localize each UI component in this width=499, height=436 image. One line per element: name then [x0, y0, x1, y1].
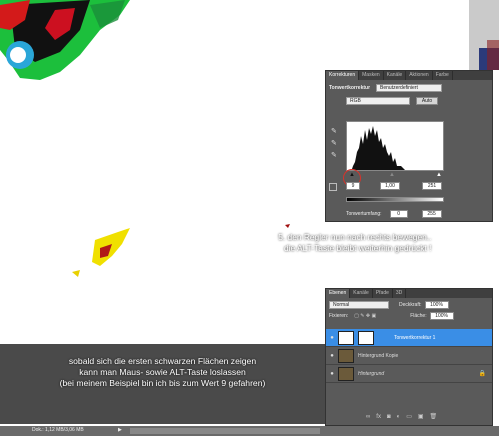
preset-dropdown[interactable]: Benutzerdefiniert: [376, 84, 443, 92]
input-values: 9 1,00 251: [346, 182, 442, 190]
mask-thumb: [358, 330, 374, 345]
fill-field[interactable]: 100%: [429, 312, 454, 320]
instruction-bottom-line3: (bei meinem Beispiel bin ich bis zum Wer…: [59, 378, 266, 388]
tab-kanaele[interactable]: Kanäle: [384, 71, 407, 80]
trash-icon[interactable]: 🗑: [430, 413, 438, 420]
eye-icon[interactable]: ●: [326, 371, 338, 377]
channel-dropdown[interactable]: RGB: [346, 97, 410, 105]
eyedropper-tools: ✎ ✎ ✎: [331, 127, 341, 163]
histogram: [346, 121, 444, 171]
instruction-bottom: sobald sich die ersten schwarzen Flächen…: [0, 356, 325, 389]
instruction-right: 5. den Regler nun nach rechts bewegen.. …: [276, 232, 431, 254]
status-bar: Dok.: 1,12 MB/3,06 MB ▶: [0, 426, 499, 436]
auto-button[interactable]: Auto: [416, 97, 438, 105]
instruction-right-line2: die ALT-Taste bleibt weiterhin gedrückt …: [284, 243, 432, 253]
layer-name[interactable]: Hintergrund: [358, 371, 384, 377]
tab-ebenen[interactable]: Ebenen: [326, 289, 351, 298]
canvas-preview-graphic: [0, 0, 290, 277]
layers-tabs: Ebenen Kanäle Pfade 3D: [326, 289, 492, 298]
opacity-field[interactable]: 100%: [424, 301, 449, 309]
output-white-field[interactable]: 255: [421, 210, 442, 218]
instruction-bottom-line1: sobald sich die ersten schwarzen Flächen…: [68, 356, 257, 366]
new-layer-icon[interactable]: ▣: [418, 413, 424, 420]
adjustments-panel: Korrekturen Masken Kanäle Aktionen Farbe…: [325, 70, 493, 222]
fx-icon[interactable]: fx: [376, 414, 381, 420]
tab-kanaele-layers[interactable]: Kanäle: [350, 289, 373, 298]
input-white-field[interactable]: 251: [422, 182, 442, 190]
instruction-right-line1: 5. den Regler nun nach rechts bewegen..: [278, 232, 432, 242]
clip-icon[interactable]: [329, 183, 337, 191]
output-black-field[interactable]: 0: [389, 210, 408, 218]
layer-name[interactable]: Tonwertkorrektur 1: [394, 335, 435, 341]
horizontal-scrollbar[interactable]: [130, 428, 320, 434]
folder-icon[interactable]: ▭: [406, 413, 412, 420]
eyedropper-white-icon[interactable]: ✎: [331, 151, 341, 163]
lock-label: Fixieren:: [329, 313, 349, 319]
layer-row[interactable]: ● Tonwertkorrektur 1: [326, 329, 492, 347]
opacity-label: Deckkraft:: [399, 302, 422, 308]
tab-farbe[interactable]: Farbe: [433, 71, 453, 80]
layer-thumb: [338, 348, 354, 363]
layers-footer: ∞ fx ◙ ◐ ▭ ▣ 🗑: [366, 413, 438, 421]
blend-mode-dropdown[interactable]: Normal: [329, 301, 389, 309]
eyedropper-gray-icon[interactable]: ✎: [331, 139, 341, 151]
eye-icon[interactable]: ●: [326, 335, 338, 341]
eyedropper-black-icon[interactable]: ✎: [331, 127, 341, 139]
gamma-slider[interactable]: ▲: [389, 172, 395, 178]
status-arrow-icon[interactable]: ▶: [118, 427, 122, 433]
output-label: Tonwertumfang:: [346, 211, 382, 217]
adjustment-title: Tonwertkorrektur: [329, 85, 371, 91]
eye-icon[interactable]: ●: [326, 353, 338, 359]
link-icon[interactable]: ∞: [366, 414, 370, 420]
tab-masken[interactable]: Masken: [359, 71, 384, 80]
instruction-bottom-box: sobald sich die ersten schwarzen Flächen…: [0, 344, 325, 424]
canvas-preview-topright: [469, 0, 499, 70]
doc-info: Dok.: 1,12 MB/3,06 MB: [32, 427, 84, 433]
input-black-field[interactable]: 9: [346, 182, 360, 190]
mask-icon[interactable]: ◙: [387, 414, 391, 420]
adjustments-tabs: Korrekturen Masken Kanäle Aktionen Farbe: [326, 71, 492, 80]
tab-3d[interactable]: 3D: [393, 289, 407, 298]
input-gamma-field[interactable]: 1,00: [380, 182, 400, 190]
layers-panel: Ebenen Kanäle Pfade 3D Normal Deckkraft:…: [325, 288, 493, 426]
layer-row[interactable]: ● Hintergrund Kopie: [326, 347, 492, 365]
output-gradient: [346, 197, 444, 202]
lock-icons[interactable]: ▢ ✎ ✥ ▣: [354, 313, 376, 319]
tab-korrekturen[interactable]: Korrekturen: [326, 71, 360, 80]
tab-aktionen[interactable]: Aktionen: [406, 71, 433, 80]
layer-thumb: [338, 366, 354, 381]
layer-row[interactable]: ● Hintergrund 🔒: [326, 365, 492, 383]
instruction-bottom-line2: kann man Maus- sowie ALT-Taste loslassen: [79, 367, 246, 377]
layer-name[interactable]: Hintergrund Kopie: [358, 353, 398, 359]
tab-pfade[interactable]: Pfade: [373, 289, 393, 298]
white-point-slider[interactable]: ▲: [436, 172, 442, 178]
adjustment-icon[interactable]: ◐: [397, 414, 401, 420]
fill-label: Fläche:: [410, 313, 427, 319]
output-levels: Tonwertumfang: 0 255: [346, 210, 442, 218]
lock-icon: 🔒: [478, 371, 486, 377]
adjustment-layer-thumb: [338, 330, 354, 345]
